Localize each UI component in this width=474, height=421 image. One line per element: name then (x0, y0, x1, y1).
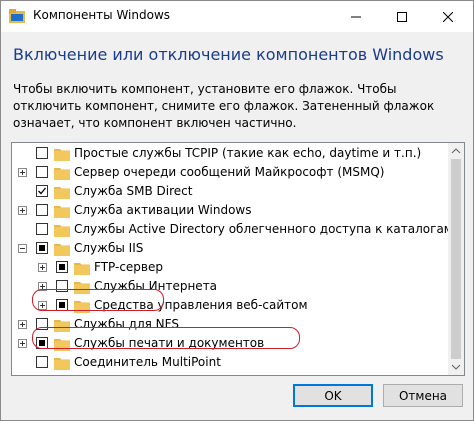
checkmark-icon (38, 187, 47, 195)
expand-icon[interactable] (38, 263, 47, 272)
maximize-button[interactable] (379, 1, 425, 32)
folder-icon (54, 146, 70, 161)
feature-row[interactable]: Служба SMB Direct (12, 183, 448, 201)
folder-icon (54, 355, 70, 370)
feature-row[interactable]: Службы Active Directory облегченного дос… (12, 221, 453, 239)
feature-checkbox[interactable] (36, 242, 48, 254)
feature-checkbox[interactable] (36, 185, 48, 197)
minimize-icon (351, 16, 361, 17)
expand-icon[interactable] (18, 339, 27, 348)
window-title: Компоненты Windows (33, 8, 171, 22)
expand-icon[interactable] (18, 206, 27, 215)
feature-row[interactable]: Службы IIS (12, 240, 448, 258)
dialog-content: Включение или отключение компонентов Win… (1, 32, 473, 420)
ftp-server-highlight (32, 289, 164, 311)
feature-checkbox[interactable] (36, 356, 48, 368)
feature-checkbox[interactable] (56, 261, 68, 273)
scroll-thumb[interactable] (451, 159, 461, 359)
folder-icon (54, 165, 70, 180)
feature-label: Сервер очереди сообщений Майкрософт (MSM… (74, 165, 385, 179)
feature-row[interactable]: Простые службы TCPIP (такие как echo, da… (12, 145, 448, 163)
feature-label: Простые службы TCPIP (такие как echo, da… (74, 146, 422, 160)
feature-label: Службы IIS (74, 241, 144, 255)
close-button[interactable] (425, 1, 471, 32)
feature-row[interactable]: Сервер очереди сообщений Майкрософт (MSM… (12, 164, 448, 182)
folder-icon (74, 260, 90, 275)
feature-checkbox[interactable] (36, 166, 48, 178)
expand-icon[interactable] (18, 168, 27, 177)
folder-icon (54, 203, 70, 218)
feature-label: Служба активации Windows (74, 203, 252, 217)
feature-label: Соединитель MultiPoint (74, 355, 221, 369)
feature-row[interactable]: Соединитель MultiPoint (12, 354, 448, 372)
website-tools-highlight (32, 327, 300, 349)
scroll-up-icon[interactable] (448, 143, 464, 159)
expand-icon[interactable] (18, 320, 27, 329)
dialog-description: Чтобы включить компонент, установите его… (13, 82, 435, 130)
ok-button[interactable]: OK (293, 384, 373, 407)
windows-features-app-icon (9, 9, 25, 23)
scroll-down-icon[interactable] (448, 359, 464, 375)
feature-label: Служба SMB Direct (74, 184, 193, 198)
feature-checkbox[interactable] (36, 204, 48, 216)
feature-label: FTP-сервер (94, 260, 163, 274)
close-icon (443, 11, 453, 22)
minimize-button[interactable] (333, 1, 379, 32)
maximize-icon (397, 11, 407, 22)
cancel-button[interactable]: Отмена (383, 384, 463, 407)
windows-features-dialog: Компоненты Windows Включение или отключе… (0, 0, 474, 421)
feature-checkbox[interactable] (36, 147, 48, 159)
feature-label: Службы Active Directory облегченного дос… (74, 222, 453, 236)
dialog-heading: Включение или отключение компонентов Win… (13, 45, 444, 64)
collapse-icon[interactable] (18, 244, 27, 253)
features-tree[interactable]: Простые службы TCPIP (такие как echo, da… (11, 142, 465, 376)
folder-icon (54, 241, 70, 256)
feature-checkbox[interactable] (36, 223, 48, 235)
folder-icon (54, 184, 70, 199)
folder-icon (54, 222, 70, 237)
feature-row[interactable]: Служба активации Windows (12, 202, 448, 220)
tree-scrollbar[interactable] (448, 143, 464, 375)
title-bar[interactable]: Компоненты Windows (1, 1, 473, 32)
feature-row[interactable]: FTP-сервер (12, 259, 448, 277)
